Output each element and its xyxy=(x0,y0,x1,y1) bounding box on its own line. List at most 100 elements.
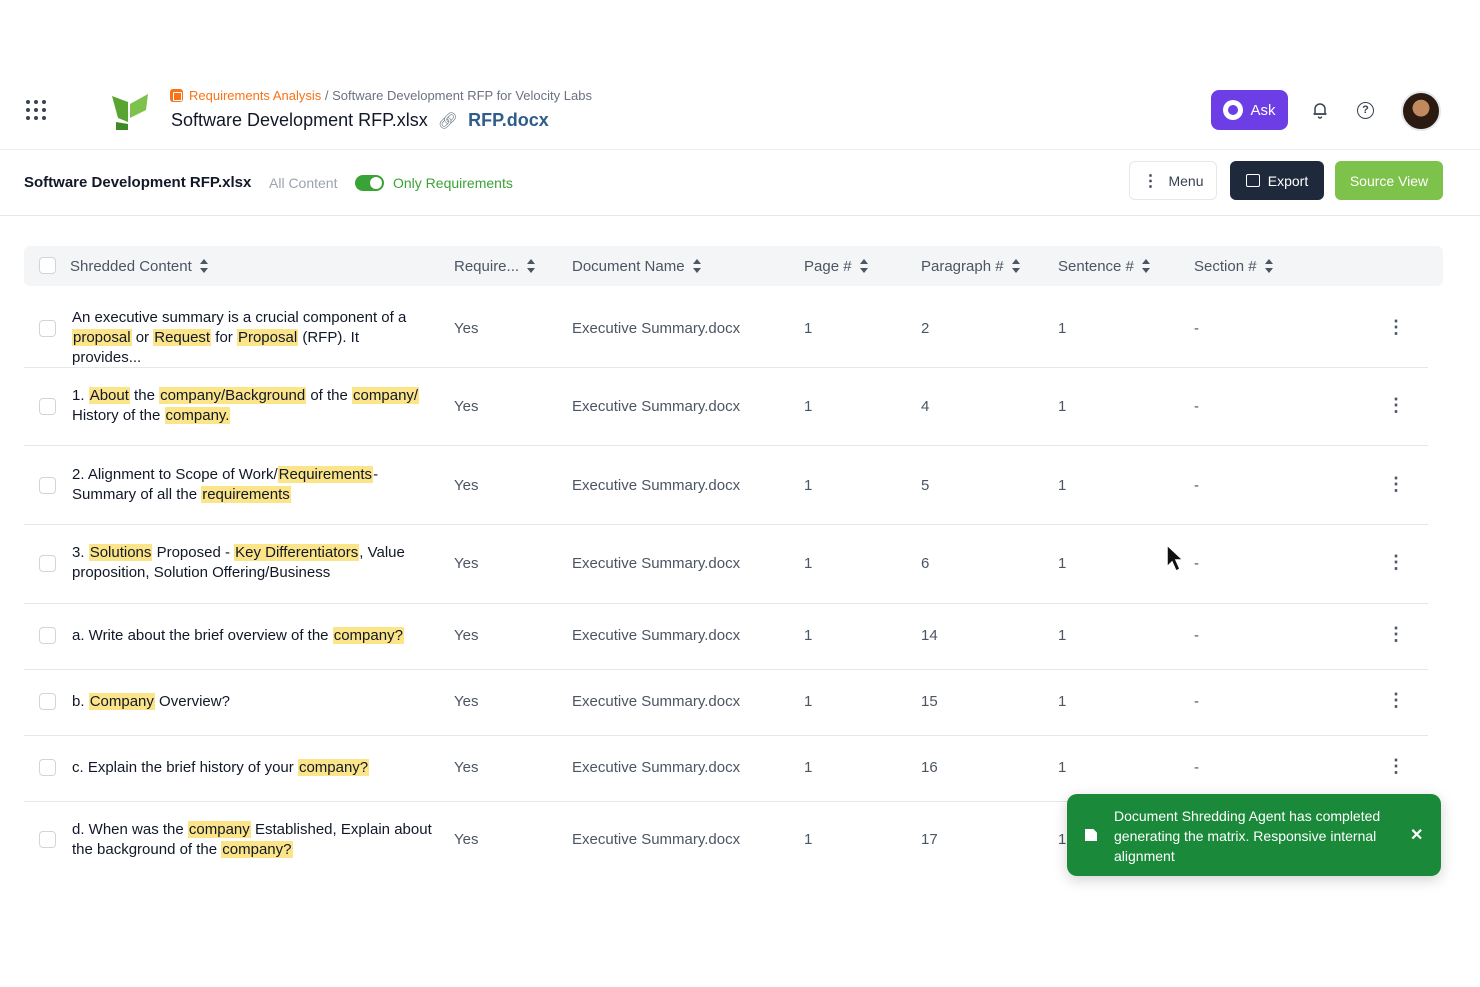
column-label: Shredded Content xyxy=(70,258,192,275)
shredded-content-cell: An executive summary is a crucial compon… xyxy=(72,308,432,368)
ask-button[interactable]: Ask xyxy=(1211,90,1288,130)
sentence-cell: 1 xyxy=(1058,398,1067,415)
content-text: 2. Alignment to Scope of Work/ xyxy=(72,466,278,483)
sentence-cell: 1 xyxy=(1058,477,1067,494)
sort-icon xyxy=(199,259,209,273)
highlighted-keyword: Requirements xyxy=(277,466,374,483)
requirement-cell: Yes xyxy=(454,477,479,494)
breadcrumb: Requirements Analysis / Software Develop… xyxy=(170,88,592,103)
row-checkbox[interactable] xyxy=(39,759,56,776)
sentence-cell: 1 xyxy=(1058,759,1067,776)
table-row[interactable]: An executive summary is a crucial compon… xyxy=(24,289,1428,368)
document-name-cell: Executive Summary.docx xyxy=(572,759,741,776)
row-checkbox[interactable] xyxy=(39,477,56,494)
sort-icon xyxy=(1264,259,1274,273)
column-header-document-name[interactable]: Document Name xyxy=(572,258,702,275)
column-header-requirement[interactable]: Require... xyxy=(454,258,536,275)
content-text: An executive summary is a crucial compon… xyxy=(72,309,407,326)
logo-icon xyxy=(112,94,148,130)
sentence-cell: 1 xyxy=(1058,693,1067,710)
column-label: Require... xyxy=(454,258,520,275)
page-cell: 1 xyxy=(804,398,813,415)
table-row[interactable]: a. Write about the brief overview of the… xyxy=(24,604,1428,670)
all-content-option[interactable]: All Content xyxy=(269,175,337,191)
menu-button-label: Menu xyxy=(1168,172,1204,189)
document-icon xyxy=(1085,829,1097,841)
page-title: Software Development RFP.xlsx xyxy=(171,110,428,130)
content-text: d. When was the xyxy=(72,821,188,838)
column-header-paragraph[interactable]: Paragraph # xyxy=(921,258,1021,275)
bell-icon[interactable] xyxy=(1311,101,1329,119)
sparkle-icon xyxy=(1223,100,1244,120)
row-actions-kebab-icon[interactable]: ⋮ xyxy=(1387,624,1405,645)
column-header-page[interactable]: Page # xyxy=(804,258,869,275)
only-requirements-option[interactable]: Only Requirements xyxy=(393,175,513,191)
select-all-checkbox[interactable] xyxy=(39,257,56,274)
sort-icon xyxy=(1141,259,1151,273)
row-actions-kebab-icon[interactable]: ⋮ xyxy=(1387,552,1405,573)
table-row[interactable]: c. Explain the brief history of your com… xyxy=(24,736,1428,802)
link-icon: 🔗︎ xyxy=(437,112,459,130)
content-filter-toggle[interactable] xyxy=(355,175,384,191)
column-header-section[interactable]: Section # xyxy=(1194,258,1274,275)
close-icon[interactable]: ✕ xyxy=(1410,825,1423,845)
breadcrumb-link-requirements-analysis[interactable]: Requirements Analysis xyxy=(189,88,321,103)
document-toolbar: Software Development RFP.xlsx All Conten… xyxy=(0,150,1480,216)
page-title-row: Software Development RFP.xlsx 🔗︎ RFP.doc… xyxy=(171,110,549,131)
row-checkbox[interactable] xyxy=(39,398,56,415)
row-checkbox[interactable] xyxy=(39,627,56,644)
apps-grid-icon[interactable] xyxy=(24,98,48,122)
help-icon[interactable]: ? xyxy=(1357,102,1374,119)
requirement-cell: Yes xyxy=(454,759,479,776)
page-cell: 1 xyxy=(804,759,813,776)
column-header-shredded-content[interactable]: Shredded Content xyxy=(70,258,209,275)
sentence-cell: 1 xyxy=(1058,555,1067,572)
current-file-name: Software Development RFP.xlsx xyxy=(24,174,252,191)
shredded-content-cell: 1. About the company/Background of the c… xyxy=(72,386,432,426)
section-cell: - xyxy=(1194,759,1199,776)
content-text: History of the xyxy=(72,407,165,424)
row-checkbox[interactable] xyxy=(39,831,56,848)
paragraph-cell: 17 xyxy=(921,831,938,848)
row-checkbox[interactable] xyxy=(39,555,56,572)
shredded-content-cell: 3. Solutions Proposed - Key Differentiat… xyxy=(72,543,432,583)
sort-icon xyxy=(692,259,702,273)
source-view-button[interactable]: Source View xyxy=(1335,161,1443,200)
row-actions-kebab-icon[interactable]: ⋮ xyxy=(1387,395,1405,416)
table-row[interactable]: 2. Alignment to Scope of Work/Requiremen… xyxy=(24,446,1428,525)
page-cell: 1 xyxy=(804,320,813,337)
section-cell: - xyxy=(1194,398,1199,415)
section-cell: - xyxy=(1194,477,1199,494)
linked-document-link[interactable]: RFP.docx xyxy=(468,110,549,131)
requirement-cell: Yes xyxy=(454,831,479,848)
content-text: for xyxy=(211,329,237,346)
highlighted-keyword: company? xyxy=(297,759,370,776)
column-label: Paragraph # xyxy=(921,258,1004,275)
row-actions-kebab-icon[interactable]: ⋮ xyxy=(1387,474,1405,495)
export-button-label: Export xyxy=(1267,172,1309,189)
sentence-cell: 1 xyxy=(1058,320,1067,337)
paragraph-cell: 14 xyxy=(921,627,938,644)
sort-icon xyxy=(859,259,869,273)
section-cell: - xyxy=(1194,320,1199,337)
row-checkbox[interactable] xyxy=(39,693,56,710)
ask-button-label: Ask xyxy=(1250,101,1276,119)
row-checkbox[interactable] xyxy=(39,320,56,337)
shredded-content-cell: b. Company Overview? xyxy=(72,692,432,712)
column-header-sentence[interactable]: Sentence # xyxy=(1058,258,1151,275)
row-actions-kebab-icon[interactable]: ⋮ xyxy=(1387,690,1405,711)
sort-icon xyxy=(527,259,536,273)
breadcrumb-current: / Software Development RFP for Velocity … xyxy=(321,88,592,103)
content-text: c. Explain the brief history of your xyxy=(72,759,298,776)
avatar[interactable] xyxy=(1401,91,1441,131)
section-cell: - xyxy=(1194,555,1199,572)
row-actions-kebab-icon[interactable]: ⋮ xyxy=(1387,317,1405,338)
table-row[interactable]: 3. Solutions Proposed - Key Differentiat… xyxy=(24,525,1428,604)
export-button[interactable]: Export xyxy=(1230,161,1324,200)
document-name-cell: Executive Summary.docx xyxy=(572,627,741,644)
shredded-content-cell: c. Explain the brief history of your com… xyxy=(72,758,432,778)
row-actions-kebab-icon[interactable]: ⋮ xyxy=(1387,756,1405,777)
menu-button[interactable]: ⋮ Menu xyxy=(1129,161,1217,200)
table-row[interactable]: b. Company Overview? Yes Executive Summa… xyxy=(24,670,1428,736)
table-row[interactable]: 1. About the company/Background of the c… xyxy=(24,368,1428,446)
